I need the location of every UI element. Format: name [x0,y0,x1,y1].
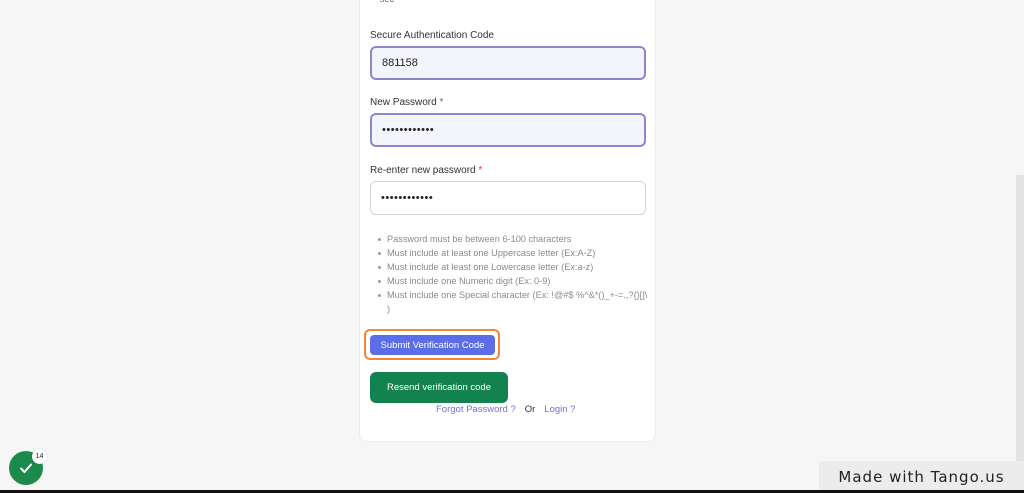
login-link[interactable]: Login ? [544,404,575,415]
auth-code-input[interactable]: 881158 [370,46,646,80]
required-asterisk: * [478,165,483,176]
list-item: Must include one Special character (Ex: … [378,288,648,316]
required-asterisk: * [439,97,444,108]
list-item: Must include at least one Lowercase lett… [378,260,648,274]
checkmark-icon [20,463,32,473]
list-item: Must include one Numeric digit (Ex: 0-9) [378,274,648,288]
reenter-password-value: •••••••••••• [381,192,434,204]
footer-links: Forgot Password ? Or Login ? [436,404,575,415]
new-password-label: New Password * [370,97,444,108]
submit-verification-button[interactable]: Submit Verification Code [370,335,495,355]
resend-code-button[interactable]: Resend verification code [370,372,508,403]
forgot-password-link[interactable]: Forgot Password ? [436,404,516,415]
password-rules-list: Password must be between 6-100 character… [378,232,648,316]
partial-text: sec [380,0,394,4]
new-password-value: •••••••••••• [382,124,435,136]
scrollbar[interactable] [1016,175,1024,465]
badge-count: 14 [32,449,47,464]
reenter-password-label: Re-enter new password * [370,165,483,176]
auth-code-value: 881158 [382,57,418,69]
reenter-password-input[interactable]: •••••••••••• [370,181,646,215]
or-text: Or [524,404,536,415]
list-item: Password must be between 6-100 character… [378,232,648,246]
list-item: Must include at least one Uppercase lett… [378,246,648,260]
tango-watermark[interactable]: Made with Tango.us [819,461,1024,493]
new-password-input[interactable]: •••••••••••• [370,113,646,147]
auth-code-label: Secure Authentication Code [370,30,494,41]
